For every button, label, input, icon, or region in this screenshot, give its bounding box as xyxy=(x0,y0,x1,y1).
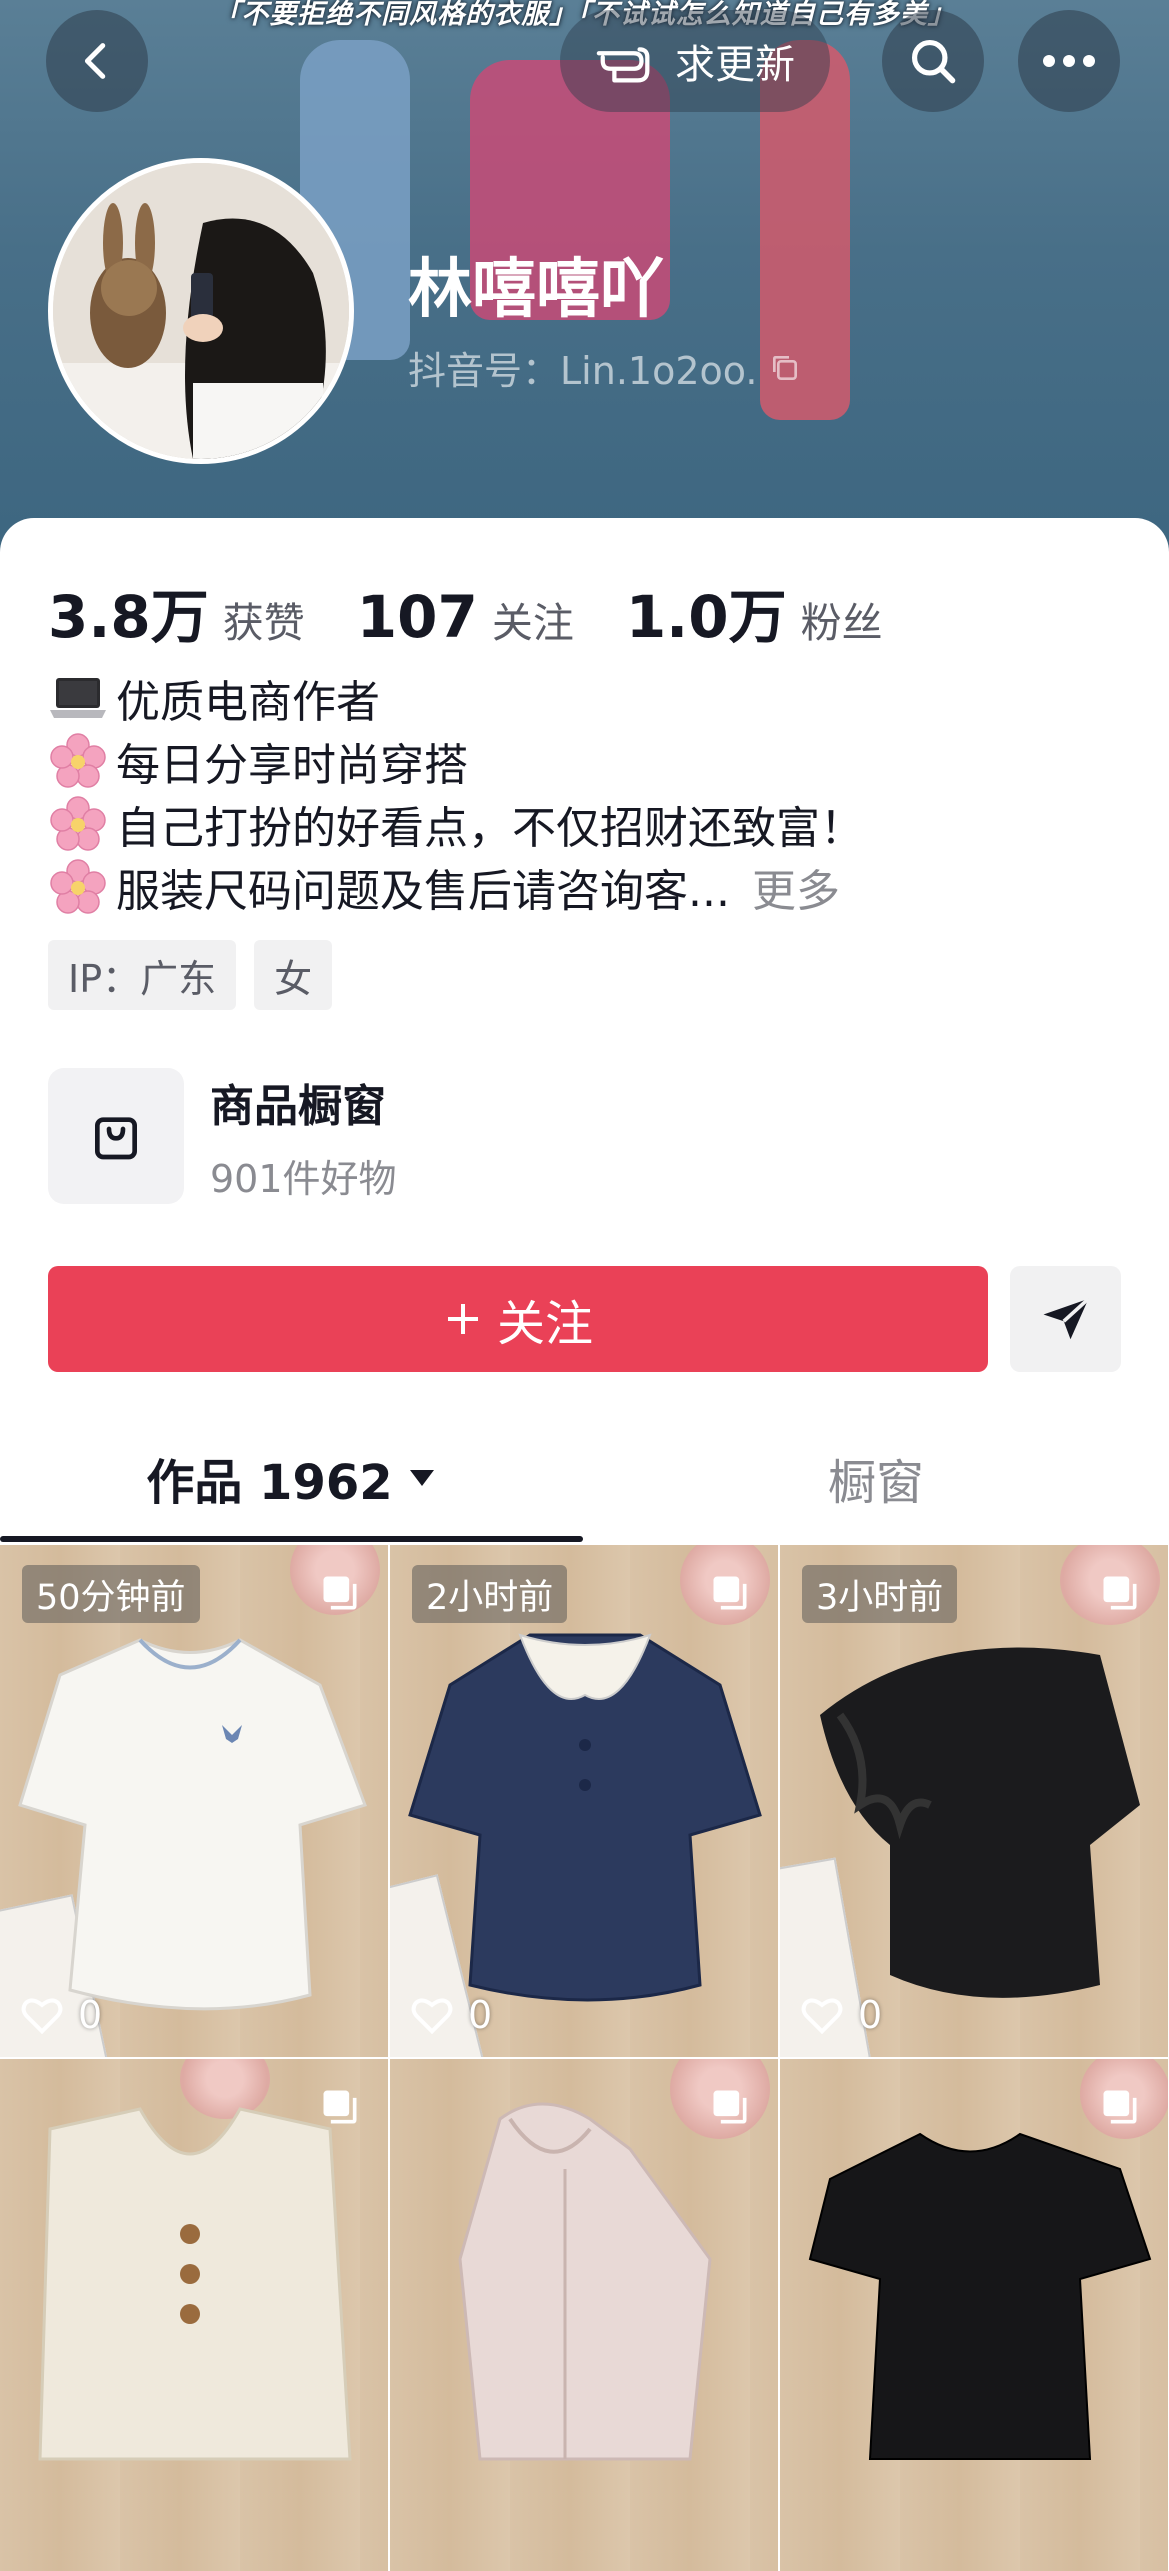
more-options-button[interactable] xyxy=(1018,10,1120,112)
post-time-badge: 50分钟前 xyxy=(22,1565,200,1623)
bio-line: 自己打扮的好看点，不仅招财还致富！ xyxy=(48,792,864,855)
tab-indicator xyxy=(0,1536,583,1542)
profile-name: 林嘻嘻吖 xyxy=(408,253,664,327)
request-update-label: 求更新 xyxy=(675,42,795,88)
following-label[interactable]: 关注 xyxy=(492,589,574,649)
post-tile[interactable] xyxy=(390,2059,778,2571)
search-button[interactable] xyxy=(882,10,984,112)
tab-works[interactable]: 作品 1962 xyxy=(0,1418,583,1538)
heart-icon xyxy=(411,1998,453,2035)
more-horizontal-icon xyxy=(1043,55,1095,67)
caret-down-icon[interactable] xyxy=(407,1466,437,1490)
plus-icon xyxy=(447,1304,478,1334)
post-tile[interactable]: 3小时前 0 xyxy=(780,1545,1168,2057)
black-tshirt-image xyxy=(808,2132,1152,2460)
post-tile[interactable]: 50分钟前 0 xyxy=(0,1545,388,2057)
post-likes: 0 xyxy=(800,1993,882,2037)
bio-text: 自己打扮的好看点，不仅招财还致富！ xyxy=(116,802,864,854)
cherry-blossom-icon xyxy=(48,731,108,791)
bio-line: 每日分享时尚穿搭 xyxy=(48,729,864,792)
bio[interactable]: 优质电商作者 每日分享时尚穿搭 自己打扮的好看点，不仅招财还致富！ 服装尺码问题… xyxy=(48,666,864,918)
bio-text: 每日分享时尚穿搭 xyxy=(116,739,468,791)
product-showcase-entry[interactable]: 商品橱窗 901件好物 xyxy=(48,1068,397,1204)
avatar-image xyxy=(53,163,349,459)
following-count[interactable]: 107 xyxy=(357,583,478,651)
post-likes-count: 0 xyxy=(468,1993,493,2037)
avatar[interactable] xyxy=(48,158,354,464)
heart-icon xyxy=(801,1998,843,2035)
cherry-blossom-icon xyxy=(48,857,108,917)
send-icon xyxy=(1043,1297,1090,1340)
bio-more-link[interactable]: 更多 xyxy=(752,855,840,919)
ip-location-tag: IP：广东 xyxy=(48,940,237,1010)
multi-image-icon xyxy=(1103,2090,1137,2124)
post-tile[interactable] xyxy=(780,2059,1168,2571)
post-likes-count: 0 xyxy=(78,1993,103,2037)
likes-count: 3.8万 xyxy=(48,583,209,651)
content-tabs: 作品 1962 橱窗 xyxy=(0,1418,1169,1548)
tab-showcase-label: 橱窗 xyxy=(827,1455,924,1511)
post-likes-count: 0 xyxy=(858,1993,883,2037)
pink-hoodie-image xyxy=(458,2102,712,2461)
multi-image-icon xyxy=(713,1576,747,1610)
multi-image-icon xyxy=(1103,1576,1137,1610)
bio-line: 优质电商作者 xyxy=(48,666,864,729)
followers-count[interactable]: 1.0万 xyxy=(626,570,787,654)
showcase-count: 901件好物 xyxy=(210,1156,397,1201)
post-likes: 0 xyxy=(410,1993,492,2037)
laptop-icon xyxy=(48,668,108,728)
profile-tags: IP：广东 女 xyxy=(48,940,333,1010)
search-icon xyxy=(911,39,956,84)
pointing-hand-icon xyxy=(596,47,650,83)
profile-banner: 「不要拒绝不同风格的衣服」「不试试怎么知道自己有多美」 求更新 林嘻嘻吖 抖音号… xyxy=(0,0,1169,560)
profile-stats: 3.8万 获赞 107 关注 1.0万 粉丝 xyxy=(48,570,935,654)
follow-button[interactable]: 关注 xyxy=(48,1266,988,1372)
gender-tag: 女 xyxy=(254,940,333,1010)
douyin-id-text: 抖音号：Lin.1o2oo. xyxy=(408,349,758,393)
multi-image-icon xyxy=(323,1576,357,1610)
post-tile[interactable]: 2小时前 0 xyxy=(390,1545,778,2057)
bio-text: 服装尺码问题及售后请咨询客... xyxy=(116,865,730,917)
chevron-left-icon xyxy=(84,43,106,79)
post-likes: 0 xyxy=(20,1993,102,2037)
tab-works-label: 作品 1962 xyxy=(146,1455,393,1511)
tab-showcase[interactable]: 橱窗 xyxy=(583,1418,1169,1538)
multi-image-icon xyxy=(323,2090,357,2124)
heart-icon xyxy=(21,1998,63,2035)
copy-icon[interactable] xyxy=(769,352,801,384)
cream-vest-image xyxy=(38,2107,352,2461)
cherry-blossom-icon xyxy=(48,794,108,854)
bio-text: 优质电商作者 xyxy=(116,676,380,728)
showcase-title: 商品橱窗 xyxy=(210,1080,386,1132)
douyin-id[interactable]: 抖音号：Lin.1o2oo. xyxy=(408,340,801,395)
shopping-bag-icon xyxy=(48,1068,184,1204)
message-button[interactable] xyxy=(1010,1266,1121,1372)
post-tile[interactable] xyxy=(0,2059,388,2571)
bio-line: 服装尺码问题及售后请咨询客... 更多 xyxy=(48,855,864,918)
likes-label: 获赞 xyxy=(222,599,305,647)
follow-label: 关注 xyxy=(496,1296,593,1352)
post-time-badge: 3小时前 xyxy=(802,1565,958,1623)
post-time-badge: 2小时前 xyxy=(412,1565,568,1623)
back-button[interactable] xyxy=(46,10,148,112)
multi-image-icon xyxy=(713,2090,747,2124)
followers-label[interactable]: 粉丝 xyxy=(801,589,883,649)
request-update-button[interactable]: 求更新 xyxy=(560,10,830,112)
